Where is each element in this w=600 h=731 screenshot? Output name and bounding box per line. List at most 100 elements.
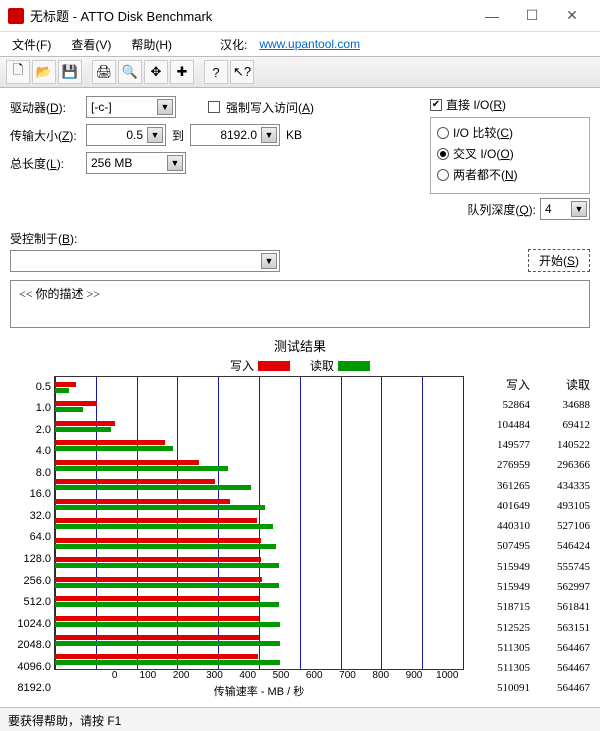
bar bbox=[55, 382, 76, 387]
data-row: 361265434335 bbox=[470, 476, 590, 496]
io-mode-label-0: I/O 比较(C) bbox=[453, 124, 513, 141]
controlled-label: 受控制于(B): bbox=[10, 230, 77, 247]
status-bar: 要获得帮助，请按 F1 bbox=[0, 707, 600, 731]
data-row: 511305564467 bbox=[470, 658, 590, 678]
bar bbox=[55, 577, 262, 582]
force-write-checkbox[interactable] bbox=[208, 101, 220, 113]
minimize-button[interactable]: — bbox=[472, 2, 512, 30]
data-row: 518715561841 bbox=[470, 598, 590, 618]
bar bbox=[55, 641, 280, 646]
length-combo[interactable]: 256 MB▼ bbox=[86, 152, 186, 174]
open-icon[interactable]: 📂 bbox=[32, 60, 56, 84]
menu-bar: 文件(F) 查看(V) 帮助(H) 汉化: www.upantool.com bbox=[0, 32, 600, 56]
legend-swatch bbox=[338, 361, 370, 371]
data-row: 511305564467 bbox=[470, 638, 590, 658]
bar bbox=[55, 518, 257, 523]
data-row: 515949562997 bbox=[470, 577, 590, 597]
bar bbox=[55, 401, 97, 406]
direct-io-label: 直接 I/O(R) bbox=[446, 96, 506, 113]
queue-combo[interactable]: 4▼ bbox=[540, 198, 590, 220]
app-icon bbox=[8, 8, 24, 24]
bar bbox=[55, 602, 279, 607]
bar bbox=[55, 466, 228, 471]
toolbar: 🗋 📂 💾 🖨 🔍 ✥ ✚ ? ↖? bbox=[0, 56, 600, 88]
save-icon[interactable]: 💾 bbox=[58, 60, 82, 84]
help-icon[interactable]: ? bbox=[204, 60, 228, 84]
bar bbox=[55, 524, 273, 529]
bar bbox=[55, 485, 251, 490]
x-axis-ticks: 01002003004005006007008009001000 bbox=[98, 670, 464, 681]
homepage-link[interactable]: www.upantool.com bbox=[259, 37, 360, 51]
data-row: 10448469412 bbox=[470, 415, 590, 435]
data-row: 507495546424 bbox=[470, 537, 590, 557]
data-row: 515949555745 bbox=[470, 557, 590, 577]
force-write-label: 强制写入访问(A) bbox=[226, 99, 314, 116]
bar bbox=[55, 635, 259, 640]
bar bbox=[55, 440, 165, 445]
data-row: 510091564467 bbox=[470, 679, 590, 699]
length-label: 总长度(L): bbox=[10, 155, 80, 172]
bar bbox=[55, 421, 115, 426]
bar bbox=[55, 616, 259, 621]
data-row: 276959296366 bbox=[470, 456, 590, 476]
x-axis-label: 传输速率 - MB / 秒 bbox=[54, 683, 464, 699]
io-mode-group: I/O 比较(C) 交叉 I/O(O) 两者都不(N) bbox=[430, 117, 590, 194]
data-row: 5286434688 bbox=[470, 395, 590, 415]
bar bbox=[55, 499, 230, 504]
bar bbox=[55, 622, 280, 627]
direct-io-checkbox[interactable]: ✔ bbox=[430, 99, 442, 111]
data-row: 440310527106 bbox=[470, 517, 590, 537]
chart-plot-area bbox=[54, 376, 464, 670]
chart-legend: 写入读取 bbox=[10, 357, 590, 374]
menu-view[interactable]: 查看(V) bbox=[67, 34, 115, 55]
print-icon[interactable]: 🖨 bbox=[92, 60, 116, 84]
move-icon[interactable]: ✥ bbox=[144, 60, 168, 84]
maximize-button[interactable]: ☐ bbox=[512, 2, 552, 30]
bar bbox=[55, 596, 259, 601]
window-title: 无标题 - ATTO Disk Benchmark bbox=[30, 6, 472, 25]
data-row: 512525563151 bbox=[470, 618, 590, 638]
bar bbox=[55, 563, 279, 568]
io-mode-radio-2[interactable] bbox=[437, 169, 449, 181]
cross-icon[interactable]: ✚ bbox=[170, 60, 194, 84]
drive-combo[interactable]: [-c-]▼ bbox=[86, 96, 176, 118]
controlled-combo[interactable]: ▼ bbox=[10, 250, 280, 272]
to-label: 到 bbox=[172, 127, 184, 144]
bar bbox=[55, 407, 83, 412]
bar bbox=[55, 538, 261, 543]
pointer-icon[interactable]: ↖? bbox=[230, 60, 254, 84]
title-bar: 无标题 - ATTO Disk Benchmark — ☐ ✕ bbox=[0, 0, 600, 32]
preview-icon[interactable]: 🔍 bbox=[118, 60, 142, 84]
menu-file[interactable]: 文件(F) bbox=[8, 34, 55, 55]
unit-label: KB bbox=[286, 128, 302, 142]
bar bbox=[55, 479, 215, 484]
xfer-from-combo[interactable]: 0.5▼ bbox=[86, 124, 166, 146]
io-mode-label-1: 交叉 I/O(O) bbox=[453, 145, 514, 162]
start-button[interactable]: 开始(S) bbox=[528, 249, 590, 272]
bar bbox=[55, 544, 276, 549]
bar bbox=[55, 505, 265, 510]
queue-label: 队列深度(Q): bbox=[467, 201, 536, 218]
data-row: 401649493105 bbox=[470, 496, 590, 516]
y-axis-labels: 0.51.02.04.08.016.032.064.0128.0256.0512… bbox=[10, 376, 54, 699]
io-mode-radio-0[interactable] bbox=[437, 127, 449, 139]
cn-label: 汉化: bbox=[220, 36, 247, 53]
io-mode-label-2: 两者都不(N) bbox=[453, 166, 518, 183]
legend-swatch bbox=[258, 361, 290, 371]
bar bbox=[55, 654, 258, 659]
xfer-label: 传输大小(Z): bbox=[10, 127, 80, 144]
bar bbox=[55, 583, 279, 588]
bar bbox=[55, 660, 280, 665]
bar bbox=[55, 427, 111, 432]
data-row: 149577140522 bbox=[470, 436, 590, 456]
drive-label: 驱动器(D): bbox=[10, 99, 80, 116]
bar bbox=[55, 460, 199, 465]
xfer-to-combo[interactable]: 8192.0▼ bbox=[190, 124, 280, 146]
io-mode-radio-1[interactable] bbox=[437, 148, 449, 160]
results-title: 测试结果 bbox=[10, 336, 590, 355]
menu-help[interactable]: 帮助(H) bbox=[127, 34, 176, 55]
bar bbox=[55, 388, 69, 393]
new-icon[interactable]: 🗋 bbox=[6, 60, 30, 84]
close-button[interactable]: ✕ bbox=[552, 2, 592, 30]
description-box[interactable]: << 你的描述 >> bbox=[10, 280, 590, 328]
